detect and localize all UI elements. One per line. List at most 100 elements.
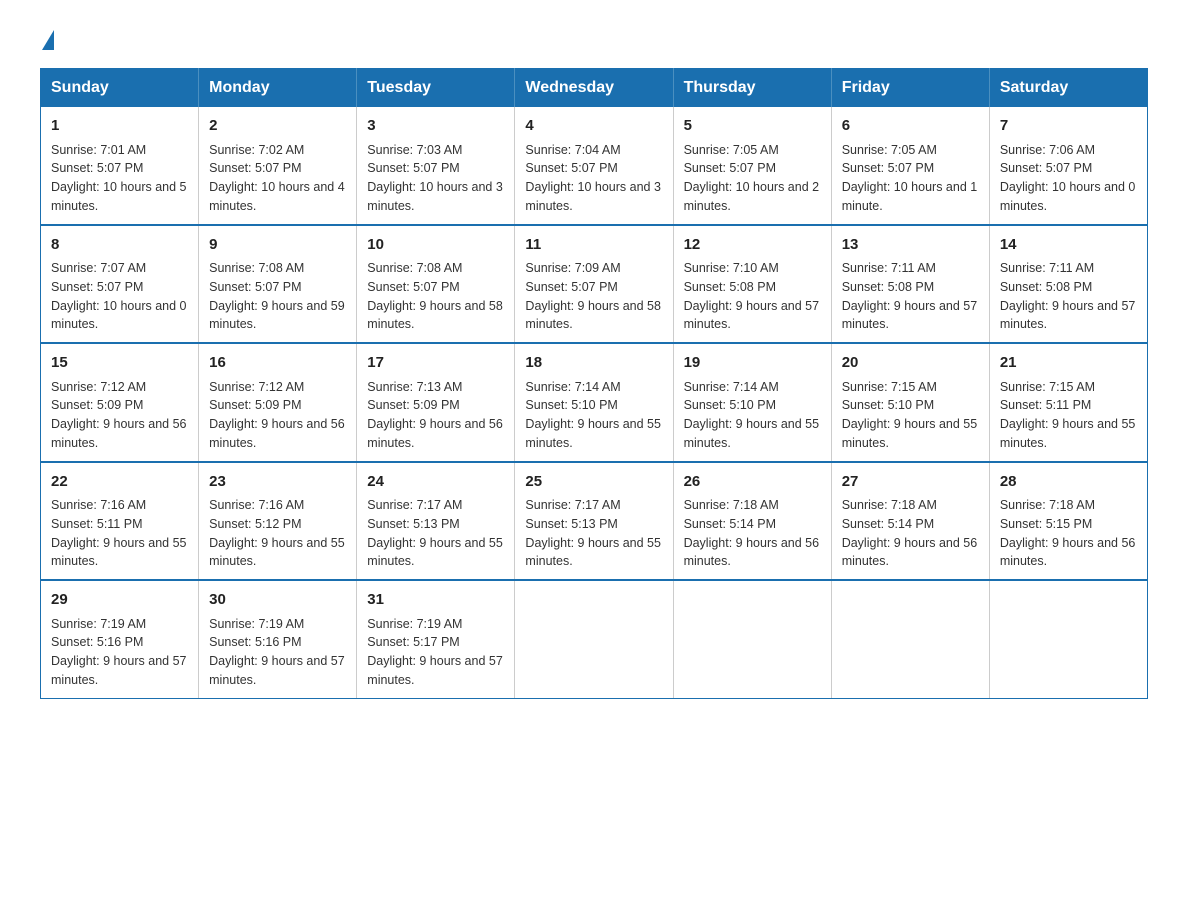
calendar-cell: 9Sunrise: 7:08 AMSunset: 5:07 PMDaylight… [199, 225, 357, 344]
day-info: Sunrise: 7:14 AMSunset: 5:10 PMDaylight:… [525, 378, 662, 453]
calendar-cell [831, 580, 989, 698]
calendar-cell: 8Sunrise: 7:07 AMSunset: 5:07 PMDaylight… [41, 225, 199, 344]
calendar-cell [989, 580, 1147, 698]
day-number: 11 [525, 234, 662, 257]
day-number: 16 [209, 352, 346, 375]
calendar-cell: 11Sunrise: 7:09 AMSunset: 5:07 PMDayligh… [515, 225, 673, 344]
calendar-cell: 13Sunrise: 7:11 AMSunset: 5:08 PMDayligh… [831, 225, 989, 344]
day-number: 23 [209, 471, 346, 494]
day-info: Sunrise: 7:14 AMSunset: 5:10 PMDaylight:… [684, 378, 821, 453]
day-info: Sunrise: 7:19 AMSunset: 5:16 PMDaylight:… [51, 615, 188, 690]
calendar-cell: 28Sunrise: 7:18 AMSunset: 5:15 PMDayligh… [989, 462, 1147, 581]
day-number: 24 [367, 471, 504, 494]
day-info: Sunrise: 7:16 AMSunset: 5:12 PMDaylight:… [209, 496, 346, 571]
logo-triangle-icon [42, 30, 54, 50]
calendar-cell: 6 Sunrise: 7:05 AMSunset: 5:07 PMDaylight… [831, 107, 989, 225]
calendar-cell: 17 Sunrise: 7:13 AMSunset: 5:09 PMDayligh… [357, 343, 515, 462]
calendar-header-tuesday: Tuesday [357, 69, 515, 108]
calendar-cell: 4 Sunrise: 7:04 AMSunset: 5:07 PMDaylight… [515, 107, 673, 225]
calendar-cell [673, 580, 831, 698]
day-info: Sunrise: 7:17 AMSunset: 5:13 PMDaylight:… [525, 496, 662, 571]
calendar-cell [515, 580, 673, 698]
calendar-cell: 12Sunrise: 7:10 AMSunset: 5:08 PMDayligh… [673, 225, 831, 344]
calendar-cell: 24Sunrise: 7:17 AMSunset: 5:13 PMDayligh… [357, 462, 515, 581]
day-number: 28 [1000, 471, 1137, 494]
calendar-cell: 2 Sunrise: 7:02 AMSunset: 5:07 PMDaylight… [199, 107, 357, 225]
day-info: Sunrise: 7:12 AMSunset: 5:09 PMDaylight:… [51, 378, 188, 453]
day-number: 13 [842, 234, 979, 257]
day-number: 29 [51, 589, 188, 612]
day-number: 10 [367, 234, 504, 257]
calendar-cell: 31Sunrise: 7:19 AMSunset: 5:17 PMDayligh… [357, 580, 515, 698]
day-number: 26 [684, 471, 821, 494]
day-info: Sunrise: 7:05 AMSunset: 5:07 PMDaylight:… [842, 141, 979, 216]
day-info: Sunrise: 7:07 AMSunset: 5:07 PMDaylight:… [51, 259, 188, 334]
calendar-cell: 23Sunrise: 7:16 AMSunset: 5:12 PMDayligh… [199, 462, 357, 581]
day-info: Sunrise: 7:05 AMSunset: 5:07 PMDaylight:… [684, 141, 821, 216]
day-number: 3 [367, 115, 504, 138]
calendar-header-friday: Friday [831, 69, 989, 108]
calendar-header-monday: Monday [199, 69, 357, 108]
day-number: 18 [525, 352, 662, 375]
day-number: 5 [684, 115, 821, 138]
day-info: Sunrise: 7:18 AMSunset: 5:15 PMDaylight:… [1000, 496, 1137, 571]
day-info: Sunrise: 7:01 AMSunset: 5:07 PMDaylight:… [51, 141, 188, 216]
day-number: 14 [1000, 234, 1137, 257]
day-number: 17 [367, 352, 504, 375]
day-info: Sunrise: 7:15 AMSunset: 5:10 PMDaylight:… [842, 378, 979, 453]
day-info: Sunrise: 7:11 AMSunset: 5:08 PMDaylight:… [1000, 259, 1137, 334]
day-number: 27 [842, 471, 979, 494]
day-info: Sunrise: 7:04 AMSunset: 5:07 PMDaylight:… [525, 141, 662, 216]
day-info: Sunrise: 7:12 AMSunset: 5:09 PMDaylight:… [209, 378, 346, 453]
day-info: Sunrise: 7:03 AMSunset: 5:07 PMDaylight:… [367, 141, 504, 216]
calendar-cell: 29 Sunrise: 7:19 AMSunset: 5:16 PMDayligh… [41, 580, 199, 698]
calendar-cell: 5 Sunrise: 7:05 AMSunset: 5:07 PMDaylight… [673, 107, 831, 225]
calendar-cell: 18 Sunrise: 7:14 AMSunset: 5:10 PMDayligh… [515, 343, 673, 462]
calendar-cell: 25Sunrise: 7:17 AMSunset: 5:13 PMDayligh… [515, 462, 673, 581]
day-info: Sunrise: 7:17 AMSunset: 5:13 PMDaylight:… [367, 496, 504, 571]
calendar-week-row: 1 Sunrise: 7:01 AMSunset: 5:07 PMDaylight… [41, 107, 1148, 225]
day-number: 9 [209, 234, 346, 257]
day-info: Sunrise: 7:19 AMSunset: 5:16 PMDaylight:… [209, 615, 346, 690]
calendar-header-thursday: Thursday [673, 69, 831, 108]
calendar-week-row: 15 Sunrise: 7:12 AMSunset: 5:09 PMDayligh… [41, 343, 1148, 462]
day-info: Sunrise: 7:11 AMSunset: 5:08 PMDaylight:… [842, 259, 979, 334]
day-number: 6 [842, 115, 979, 138]
day-number: 25 [525, 471, 662, 494]
day-number: 4 [525, 115, 662, 138]
calendar-cell: 10Sunrise: 7:08 AMSunset: 5:07 PMDayligh… [357, 225, 515, 344]
calendar-header-row: SundayMondayTuesdayWednesdayThursdayFrid… [41, 69, 1148, 108]
logo [40, 30, 54, 48]
calendar-cell: 19 Sunrise: 7:14 AMSunset: 5:10 PMDayligh… [673, 343, 831, 462]
page-header [40, 30, 1148, 48]
calendar-cell: 1 Sunrise: 7:01 AMSunset: 5:07 PMDaylight… [41, 107, 199, 225]
calendar-cell: 3 Sunrise: 7:03 AMSunset: 5:07 PMDaylight… [357, 107, 515, 225]
day-number: 20 [842, 352, 979, 375]
day-number: 19 [684, 352, 821, 375]
day-info: Sunrise: 7:18 AMSunset: 5:14 PMDaylight:… [842, 496, 979, 571]
day-number: 30 [209, 589, 346, 612]
day-info: Sunrise: 7:08 AMSunset: 5:07 PMDaylight:… [367, 259, 504, 334]
calendar-cell: 26Sunrise: 7:18 AMSunset: 5:14 PMDayligh… [673, 462, 831, 581]
day-info: Sunrise: 7:16 AMSunset: 5:11 PMDaylight:… [51, 496, 188, 571]
calendar-cell: 22Sunrise: 7:16 AMSunset: 5:11 PMDayligh… [41, 462, 199, 581]
day-info: Sunrise: 7:09 AMSunset: 5:07 PMDaylight:… [525, 259, 662, 334]
day-number: 21 [1000, 352, 1137, 375]
calendar-week-row: 8Sunrise: 7:07 AMSunset: 5:07 PMDaylight… [41, 225, 1148, 344]
calendar-header-saturday: Saturday [989, 69, 1147, 108]
day-info: Sunrise: 7:06 AMSunset: 5:07 PMDaylight:… [1000, 141, 1137, 216]
day-info: Sunrise: 7:02 AMSunset: 5:07 PMDaylight:… [209, 141, 346, 216]
calendar-cell: 15 Sunrise: 7:12 AMSunset: 5:09 PMDayligh… [41, 343, 199, 462]
calendar-cell: 7 Sunrise: 7:06 AMSunset: 5:07 PMDaylight… [989, 107, 1147, 225]
day-number: 22 [51, 471, 188, 494]
calendar-cell: 16 Sunrise: 7:12 AMSunset: 5:09 PMDayligh… [199, 343, 357, 462]
calendar-cell: 14Sunrise: 7:11 AMSunset: 5:08 PMDayligh… [989, 225, 1147, 344]
day-number: 8 [51, 234, 188, 257]
day-number: 12 [684, 234, 821, 257]
day-number: 15 [51, 352, 188, 375]
day-number: 2 [209, 115, 346, 138]
day-number: 1 [51, 115, 188, 138]
day-number: 7 [1000, 115, 1137, 138]
day-info: Sunrise: 7:08 AMSunset: 5:07 PMDaylight:… [209, 259, 346, 334]
day-info: Sunrise: 7:13 AMSunset: 5:09 PMDaylight:… [367, 378, 504, 453]
